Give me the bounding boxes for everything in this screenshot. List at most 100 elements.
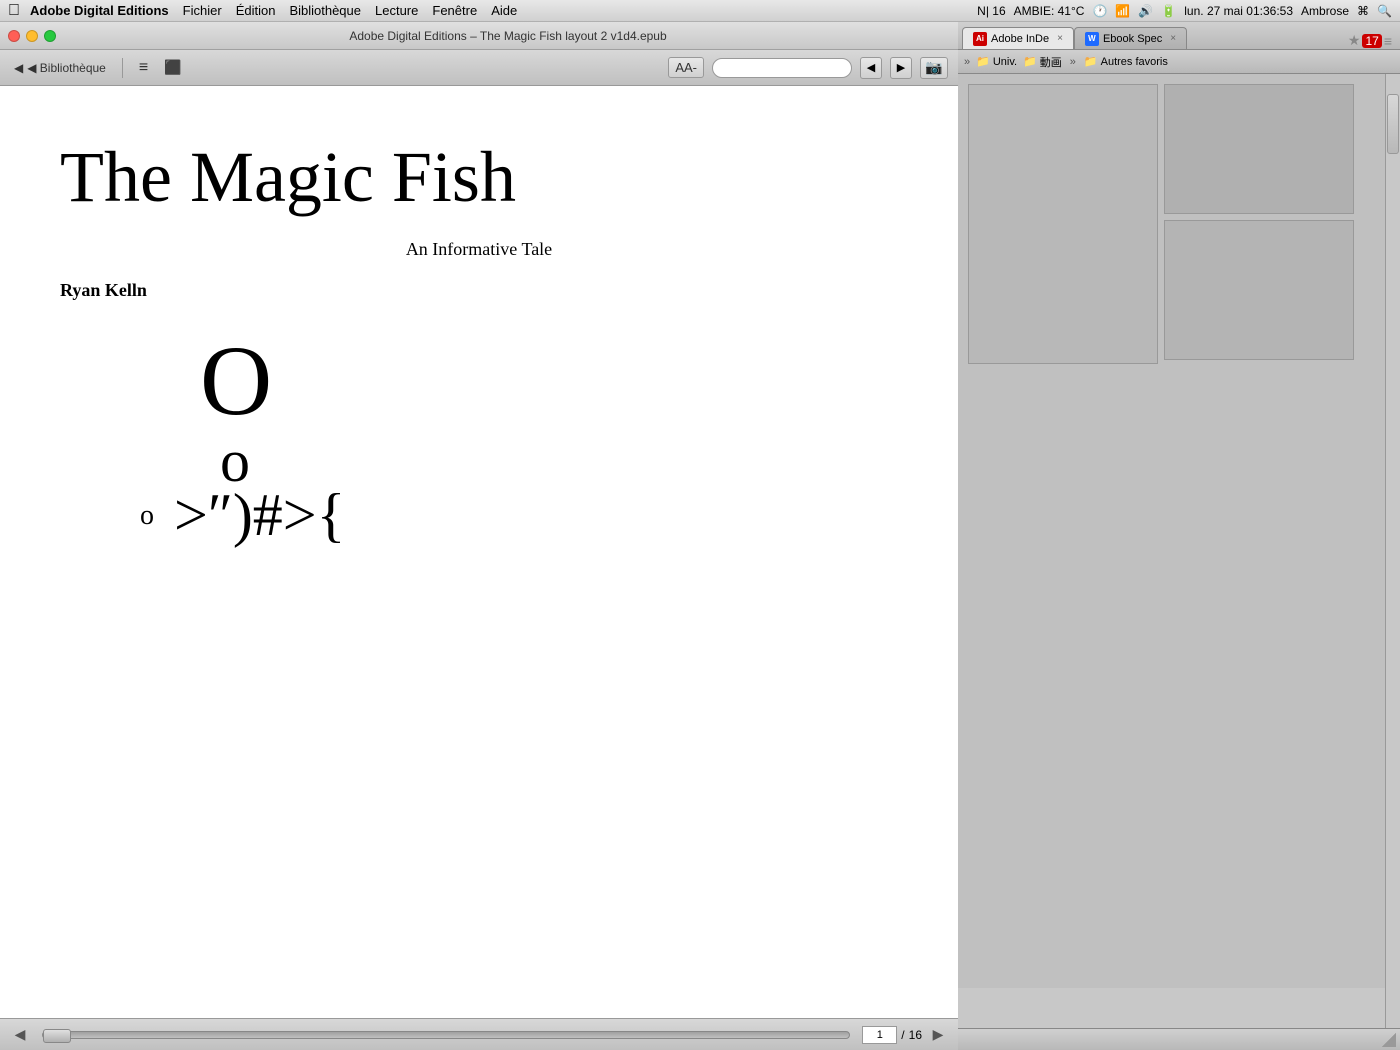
bookmark-video-icon: 📁: [1023, 55, 1037, 68]
progress-track[interactable]: [42, 1031, 850, 1039]
font-size-button[interactable]: AA-: [668, 57, 704, 78]
prev-arrow-icon: ◀: [867, 61, 875, 74]
book-content-area: The Magic Fish An Informative Tale Ryan …: [0, 86, 958, 1050]
bookmark-video[interactable]: 📁 動画: [1023, 54, 1062, 70]
menu-bibliotheque[interactable]: Bibliothèque: [289, 3, 361, 18]
wifi-signal: N| 16: [977, 4, 1005, 18]
apple-menu[interactable]: : [8, 2, 20, 20]
fish-small-o: o: [140, 500, 154, 532]
volume-icon: 🔊: [1138, 4, 1153, 18]
scrollbar-thumb[interactable]: [1387, 94, 1399, 154]
folder-icon: 📁: [976, 55, 990, 68]
menu-edition[interactable]: Édition: [236, 3, 276, 18]
maximize-button[interactable]: [44, 30, 56, 42]
datetime: lun. 27 mai 01:36:53: [1184, 4, 1293, 18]
minimize-button[interactable]: [26, 30, 38, 42]
page-indicator: / 16: [862, 1026, 922, 1044]
page-number-input[interactable]: [862, 1026, 897, 1044]
prev-page-button[interactable]: ◀: [860, 57, 882, 79]
browser-scrollbar[interactable]: [1385, 74, 1400, 1028]
bookmark-autres-label: Autres favoris: [1101, 56, 1168, 68]
search-input[interactable]: [712, 58, 852, 78]
browser-tab-indesign[interactable]: Ai Adobe InDe ×: [962, 27, 1074, 49]
menu-aide[interactable]: Aide: [491, 3, 517, 18]
wifi-icon: 📶: [1115, 4, 1130, 18]
back-arrow-icon: ◀: [14, 61, 23, 75]
indesign-tab-icon: Ai: [973, 32, 987, 46]
next-page-button[interactable]: ▶: [890, 57, 912, 79]
bluetooth-icon: ⌘: [1357, 4, 1369, 18]
thumbnail-area: [958, 74, 1400, 988]
bookmarks-bar: » 📁 Univ. 📁 動画 » 📁 Autres favoris: [958, 50, 1400, 74]
next-arrow-icon: ▶: [897, 61, 905, 74]
bottom-prev-icon: ◀: [15, 1026, 26, 1043]
browser-tab-indesign-label: Adobe InDe: [991, 33, 1049, 45]
menubar-right: N| 16 AMBIE: 41°C 🕐 📶 🔊 🔋 lun. 27 mai 01…: [977, 4, 1392, 18]
camera-icon: 📷: [925, 59, 942, 76]
menu-fenetre[interactable]: Fenêtre: [432, 3, 477, 18]
window-title: Adobe Digital Editions – The Magic Fish …: [66, 29, 950, 43]
bookmarks-more[interactable]: »: [1068, 56, 1078, 68]
fish-row: o >″)#>{: [140, 481, 898, 550]
menu-lecture[interactable]: Lecture: [375, 3, 418, 18]
bottom-next-icon: ▶: [933, 1026, 944, 1043]
fish-body: >″)#>{: [174, 481, 345, 550]
menu-bar:  Adobe Digital Editions Fichier Édition…: [0, 0, 1400, 22]
thumb-col-left: [968, 84, 1158, 978]
browser-toolbar-icons: ★ 17 ≡: [1348, 32, 1396, 49]
bookmark-folder-icon: 📁: [1084, 55, 1098, 68]
temperature: AMBIE: 41°C: [1014, 4, 1085, 18]
bookmark-univ-label: Univ.: [993, 56, 1017, 68]
menu-icon[interactable]: ≡: [1384, 33, 1392, 49]
book-title: The Magic Fish: [60, 136, 898, 219]
traffic-lights: [8, 30, 56, 42]
toolbar: ◀ ◀ Bibliothèque ≡ ⬛ AA- ◀ ▶ 📷: [0, 50, 958, 86]
search-icon[interactable]: 🔍: [1377, 4, 1392, 18]
thumbnail-3: [1164, 220, 1354, 360]
bookmarks-chevron: »: [964, 56, 970, 68]
bookmark-univ[interactable]: 📁 Univ.: [976, 55, 1017, 68]
screenshot-button[interactable]: 📷: [920, 57, 948, 79]
menu-app-name[interactable]: Adobe Digital Editions: [30, 3, 169, 18]
toolbar-separator: [122, 58, 123, 78]
browser-tab-ebook[interactable]: W Ebook Spec ×: [1074, 27, 1187, 49]
thumbnail-1: [968, 84, 1158, 364]
browser-content: [958, 74, 1400, 1028]
tab-ebook-close[interactable]: ×: [1170, 33, 1176, 44]
main-layout: Adobe Digital Editions – The Magic Fish …: [0, 22, 1400, 1050]
book-author: Ryan Kelln: [60, 280, 898, 301]
tab-indesign-close[interactable]: ×: [1057, 33, 1063, 44]
fish-large-O: O: [200, 331, 898, 431]
bottom-prev-button[interactable]: ◀: [10, 1025, 30, 1045]
grid-icon: ⬛: [164, 59, 181, 76]
font-label: AA-: [675, 60, 697, 75]
browser-panel: Ai Adobe InDe × W Ebook Spec × ★ 17 ≡ » …: [958, 22, 1400, 1050]
menu-fichier[interactable]: Fichier: [183, 3, 222, 18]
page-total: 16: [909, 1028, 922, 1042]
bookmark-autres-favoris[interactable]: 📁 Autres favoris: [1084, 55, 1168, 68]
bottom-navigation-bar: ◀ / 16 ▶: [0, 1018, 958, 1050]
reload-badge: 17: [1362, 34, 1381, 48]
close-button[interactable]: [8, 30, 20, 42]
browser-tab-ebook-label: Ebook Spec: [1103, 33, 1162, 45]
book-subtitle: An Informative Tale: [60, 239, 898, 260]
book-page: The Magic Fish An Informative Tale Ryan …: [0, 86, 958, 1018]
thumb-col-right: [1164, 84, 1354, 978]
ade-window: Adobe Digital Editions – The Magic Fish …: [0, 22, 958, 1050]
battery-icon: 🔋: [1161, 4, 1176, 18]
progress-thumb[interactable]: [43, 1029, 71, 1043]
browser-status-bar: [958, 1028, 1400, 1050]
star-icon[interactable]: ★: [1348, 32, 1361, 49]
grid-view-button[interactable]: ⬛: [160, 57, 185, 78]
resize-handle[interactable]: [1382, 1033, 1396, 1047]
back-to-library-button[interactable]: ◀ ◀ Bibliothèque: [10, 59, 110, 77]
thumbnail-2: [1164, 84, 1354, 214]
browser-tabs: Ai Adobe InDe × W Ebook Spec × ★ 17 ≡: [958, 22, 1400, 50]
clock-icon: 🕐: [1092, 4, 1107, 18]
bottom-next-button[interactable]: ▶: [928, 1025, 948, 1045]
fish-art: O o o >″)#>{: [140, 331, 898, 550]
username: Ambrose: [1301, 4, 1349, 18]
list-view-button[interactable]: ≡: [135, 57, 152, 79]
page-separator: /: [901, 1028, 904, 1042]
title-bar: Adobe Digital Editions – The Magic Fish …: [0, 22, 958, 50]
